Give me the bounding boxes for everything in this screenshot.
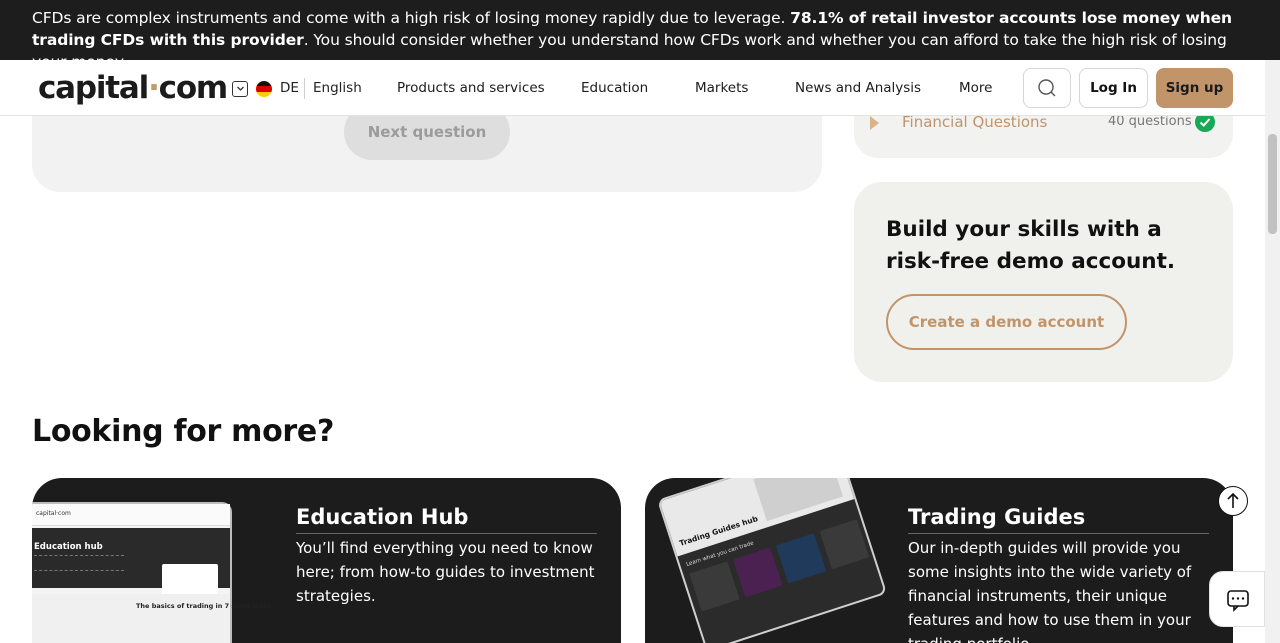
- preview-guides-hero: [753, 478, 843, 522]
- signup-button[interactable]: Sign up: [1156, 68, 1233, 108]
- germany-flag-icon[interactable]: [256, 81, 272, 97]
- nav-markets[interactable]: Markets: [695, 80, 748, 96]
- risk-warning-banner: CFDs are complex instruments and come wi…: [0, 0, 1280, 71]
- preview-hub-banner: Education hub: [32, 528, 230, 604]
- logo-text-left: capital: [38, 70, 149, 106]
- chat-icon: [1227, 590, 1249, 612]
- risk-text-start: CFDs are complex instruments and come wi…: [32, 9, 791, 27]
- language-divider: [304, 78, 305, 99]
- nav-education[interactable]: Education: [581, 80, 648, 96]
- education-hub-title[interactable]: Education Hub: [296, 505, 597, 534]
- logo-dot: ·: [148, 70, 160, 106]
- nav-news-and-analysis[interactable]: News and Analysis: [795, 80, 921, 96]
- demo-card-title: Build your skills with a risk-free demo …: [886, 217, 1176, 274]
- demo-account-card: Build your skills with a risk-free demo …: [854, 182, 1233, 382]
- nav-more[interactable]: More: [959, 80, 992, 96]
- chat-button[interactable]: [1209, 571, 1265, 627]
- looking-for-more-heading: Looking for more?: [32, 414, 335, 449]
- scrollbar-thumb[interactable]: [1268, 134, 1277, 234]
- trading-guides-card[interactable]: Trading Guides hub Learn what you can tr…: [645, 478, 1233, 643]
- chevron-down-icon[interactable]: [232, 81, 248, 97]
- country-code[interactable]: DE: [280, 80, 299, 96]
- preview-basics-title: The basics of trading in 7 short bites: [136, 602, 272, 610]
- preview-hub-title: Education hub: [34, 542, 103, 552]
- education-hub-preview-image: capital·com Education hub The basics of …: [32, 502, 271, 643]
- trading-guides-text: Our in-depth guides will provide you som…: [908, 539, 1192, 643]
- quiz-category-icon: [870, 116, 879, 130]
- language-selector[interactable]: English: [313, 80, 362, 96]
- search-button[interactable]: [1023, 68, 1071, 108]
- preview-basics-card: The basics of trading in 7 short bites: [32, 594, 271, 643]
- search-icon: [1038, 79, 1056, 97]
- nav-products-and-services[interactable]: Products and services: [397, 80, 545, 96]
- create-demo-account-button[interactable]: Create a demo account: [886, 294, 1127, 350]
- login-button[interactable]: Log In: [1079, 68, 1148, 108]
- capital-com-logo[interactable]: capital·com: [38, 70, 229, 106]
- preview-hub-lines: [34, 555, 124, 571]
- education-hub-text: You’ll find everything you need to know …: [296, 539, 595, 605]
- site-header: capital·com DE English Products and serv…: [0, 60, 1265, 116]
- page-scrollbar[interactable]: [1265, 60, 1280, 643]
- trading-guides-title[interactable]: Trading Guides: [908, 505, 1209, 534]
- preview-site-bar: capital·com: [32, 504, 230, 526]
- scroll-to-top-button[interactable]: [1218, 486, 1248, 516]
- education-hub-card[interactable]: capital·com Education hub The basics of …: [32, 478, 621, 643]
- quiz-item-count: 40 questions: [1108, 114, 1192, 129]
- trading-guides-preview-image: Trading Guides hub Learn what you can tr…: [657, 478, 888, 643]
- arrow-up-icon: [1227, 492, 1239, 508]
- logo-text-right: com: [158, 70, 229, 106]
